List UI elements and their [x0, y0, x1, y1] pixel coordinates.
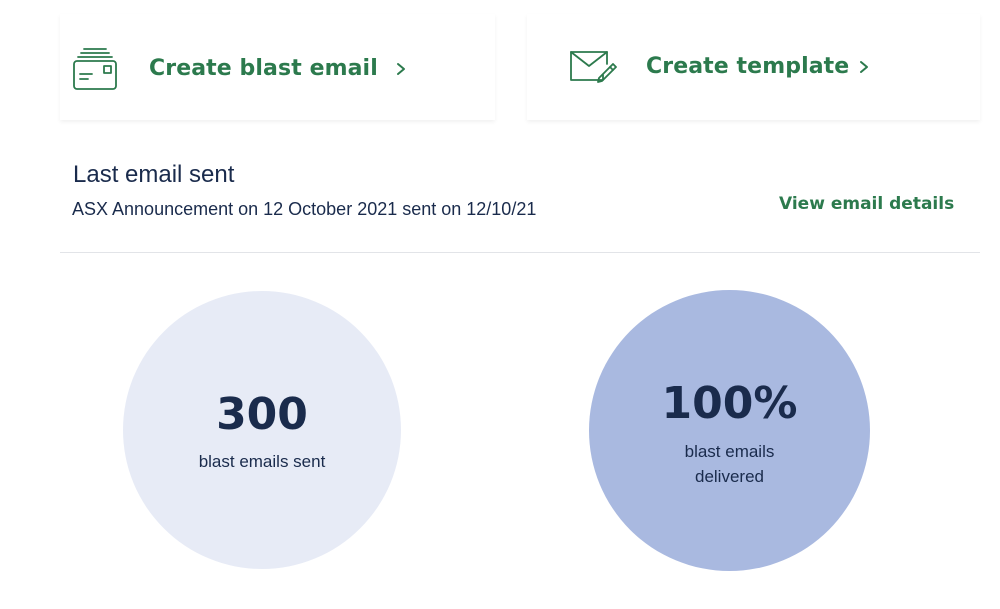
create-template-card[interactable]: Create template	[527, 14, 980, 120]
last-email-subtitle: ASX Announcement on 12 October 2021 sent…	[72, 199, 537, 219]
create-blast-email-card[interactable]: Create blast email	[60, 14, 495, 120]
emails-delivered-label: blast emails delivered	[684, 442, 775, 486]
emails-sent-stat: 300 blast emails sent	[123, 291, 401, 569]
emails-sent-value: 300	[216, 389, 308, 440]
dashboard-page: Create blast email Create template Last …	[0, 0, 1000, 609]
create-template-label: Create template	[646, 54, 850, 79]
last-email-section: Last email sent ASX Announcement on 12 O…	[60, 145, 980, 253]
blast-email-icon	[72, 46, 120, 94]
view-email-details-link[interactable]: View email details	[779, 194, 954, 214]
envelope-pencil-icon	[569, 44, 617, 92]
emails-delivered-value: 100%	[661, 378, 798, 429]
create-blast-email-label: Create blast email	[149, 56, 378, 81]
chevron-right-icon	[857, 60, 871, 74]
last-email-title: Last email sent	[73, 161, 235, 188]
emails-delivered-stat: 100% blast emails delivered	[589, 290, 870, 571]
chevron-right-icon	[394, 62, 408, 76]
emails-sent-label: blast emails sent	[198, 452, 326, 471]
